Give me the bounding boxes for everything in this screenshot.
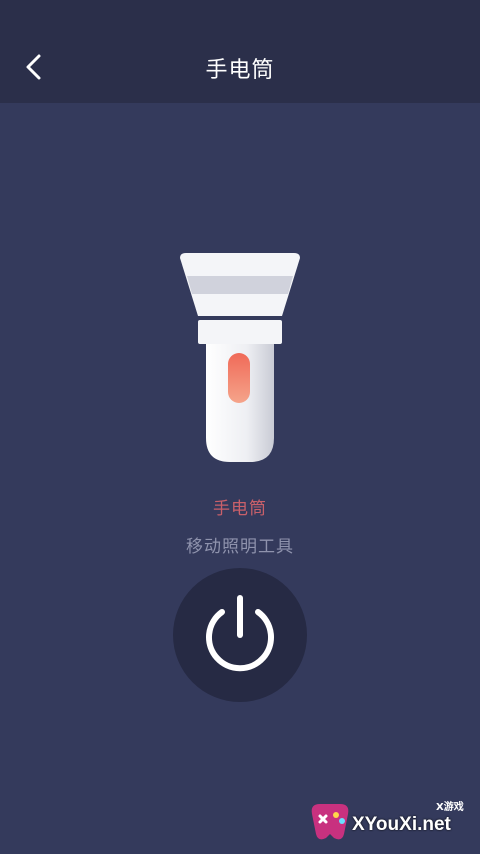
tool-description: 移动照明工具 xyxy=(186,537,294,557)
tool-name: 手电筒 xyxy=(213,499,267,519)
page-title: 手电筒 xyxy=(205,58,275,83)
power-icon xyxy=(206,595,274,672)
top-bar: 手电筒 xyxy=(0,0,480,103)
watermark-main: XYouXi.net xyxy=(352,814,451,835)
gamepad-logo-icon xyxy=(311,804,349,840)
watermark: X游戏 XYouXi.net xyxy=(306,798,476,848)
power-button[interactable] xyxy=(173,568,307,702)
flashlight-icon xyxy=(172,250,308,470)
watermark-sub: X游戏 xyxy=(436,802,464,813)
